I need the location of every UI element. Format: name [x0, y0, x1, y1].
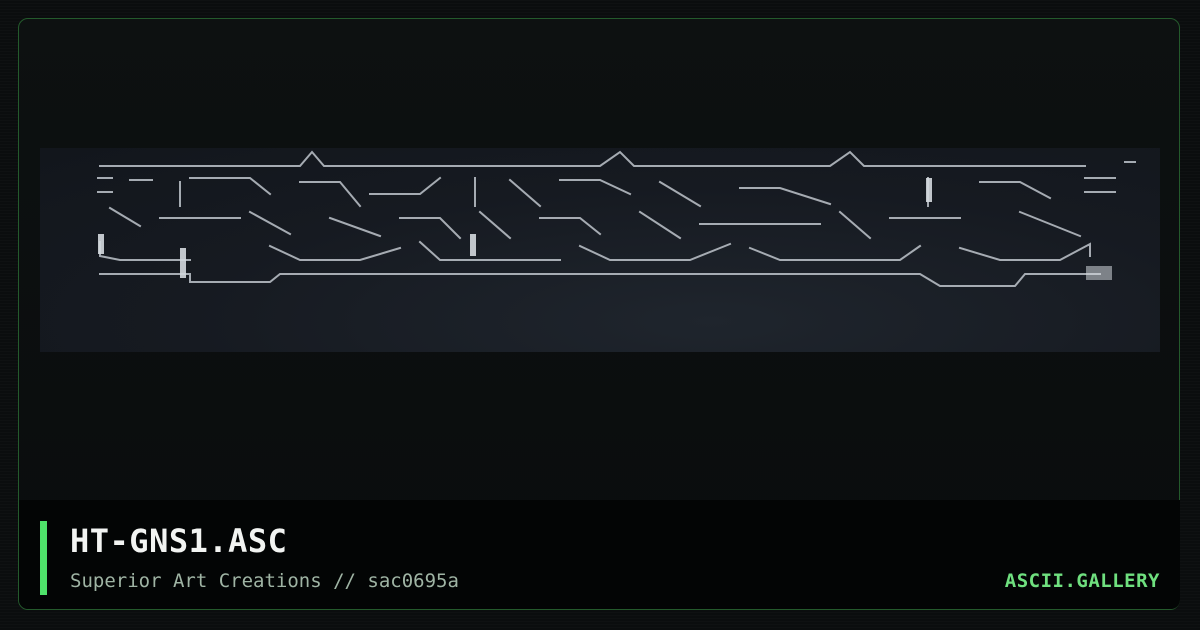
ascii-art-preview [40, 148, 1160, 352]
artwork-subtitle: Superior Art Creations // sac0695a [70, 570, 459, 592]
site-brand[interactable]: ASCII.GALLERY [1005, 568, 1160, 594]
artwork-title: HT-GNS1.ASC [70, 522, 288, 560]
ascii-art-drawing [97, 150, 1136, 287]
accent-bar [40, 521, 47, 595]
